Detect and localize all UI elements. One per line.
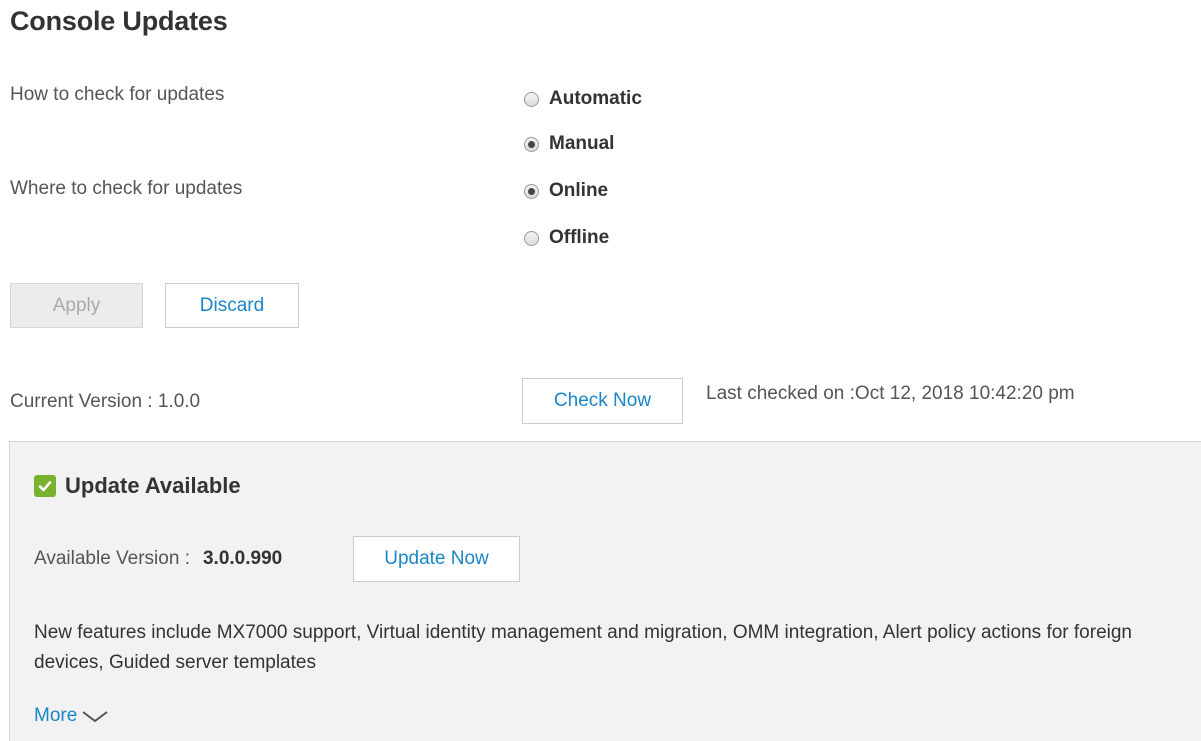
radio-online[interactable]: Online [524,180,608,202]
current-version-text: Current Version : 1.0.0 [10,391,201,412]
update-heading-text: Update Available [65,473,241,498]
discard-button[interactable]: Discard [165,283,299,328]
page-title: Console Updates [10,6,228,36]
update-now-button[interactable]: Update Now [353,536,520,582]
radio-online-control[interactable] [524,183,539,199]
last-checked-text: Last checked on :Oct 12, 2018 10:42:20 p… [706,383,1075,404]
radio-automatic[interactable]: Automatic [524,88,642,110]
how-to-check-label: How to check for updates [10,84,225,105]
available-version-label: Available Version : [34,548,190,569]
radio-offline[interactable]: Offline [524,227,609,249]
checkbox-checked-icon [34,475,56,497]
update-heading: Update Available [34,473,241,499]
radio-offline-control[interactable] [524,230,539,246]
update-available-panel: Update Available Available Version : 3.0… [9,441,1201,741]
check-now-button[interactable]: Check Now [522,378,683,424]
apply-button[interactable]: Apply [10,283,143,328]
radio-manual[interactable]: Manual [524,133,614,155]
radio-automatic-control[interactable] [524,91,539,107]
radio-offline-label: Offline [549,227,610,248]
radio-manual-control[interactable] [524,136,539,152]
more-link[interactable]: More [34,705,110,727]
check-mark-icon [38,481,52,492]
available-version-value: 3.0.0.990 [202,548,283,569]
chevron-down-icon[interactable] [80,708,110,724]
radio-manual-label: Manual [549,133,615,154]
more-link-label[interactable]: More [34,705,77,727]
update-description: New features include MX7000 support, Vir… [34,622,1132,673]
radio-automatic-label: Automatic [549,88,642,109]
radio-online-label: Online [549,180,609,201]
where-to-check-label: Where to check for updates [10,178,243,199]
